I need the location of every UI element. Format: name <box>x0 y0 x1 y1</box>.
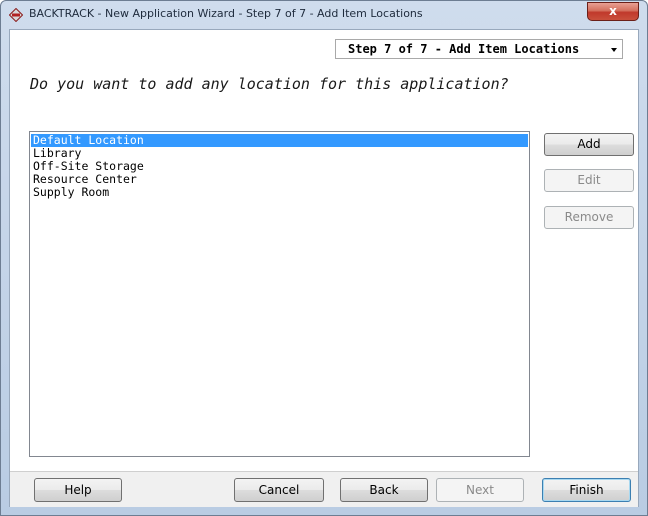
wizard-window: BACKTRACK - New Application Wizard - Ste… <box>0 0 648 516</box>
button-bar: Help Cancel Back Next Finish <box>10 471 638 507</box>
close-icon: x <box>609 4 617 18</box>
close-button[interactable]: x <box>587 2 639 21</box>
edit-button[interactable]: Edit <box>544 169 634 192</box>
list-item[interactable]: Default Location <box>31 134 528 147</box>
wizard-content: Step 7 of 7 - Add Item Locations Do you … <box>9 29 639 507</box>
locations-list[interactable]: Default Location Library Off-Site Storage R… <box>29 131 530 457</box>
chevron-down-icon <box>611 48 617 52</box>
finish-button[interactable]: Finish <box>542 478 631 502</box>
step-dropdown[interactable]: Step 7 of 7 - Add Item Locations <box>335 39 623 59</box>
title-bar[interactable]: BACKTRACK - New Application Wizard - Ste… <box>1 1 647 27</box>
remove-button[interactable]: Remove <box>544 206 634 229</box>
add-button[interactable]: Add <box>544 133 634 156</box>
window-title: BACKTRACK - New Application Wizard - Ste… <box>29 7 423 20</box>
app-icon <box>8 7 24 23</box>
help-button[interactable]: Help <box>34 478 122 502</box>
page-question: Do you want to add any location for this… <box>30 75 509 93</box>
back-button[interactable]: Back <box>340 478 428 502</box>
next-button[interactable]: Next <box>436 478 524 502</box>
list-item[interactable]: Supply Room <box>31 186 528 199</box>
step-dropdown-value: Step 7 of 7 - Add Item Locations <box>348 42 580 56</box>
cancel-button[interactable]: Cancel <box>234 478 324 502</box>
